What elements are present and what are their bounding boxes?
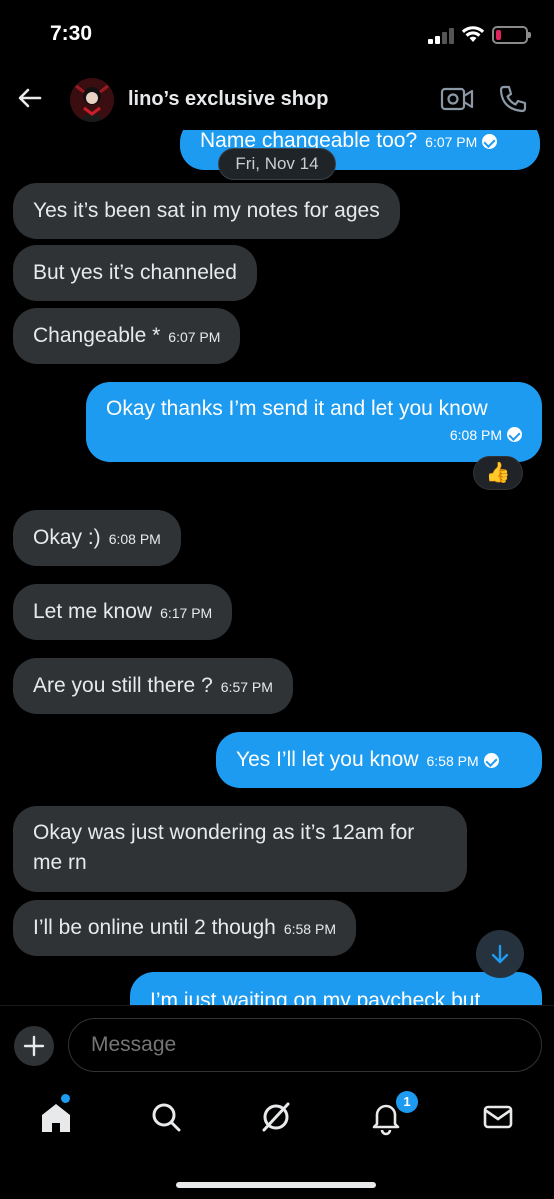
add-attachment-button[interactable] [14,1026,54,1066]
read-check-icon [483,753,499,768]
message-text: Okay thanks I’m send it and let you know [106,397,488,420]
message-text: Okay was just wondering as it’s 12am for… [33,821,415,874]
message-text: Changeable * [33,324,161,347]
back-arrow-icon[interactable] [16,84,44,112]
avatar[interactable] [70,78,114,122]
message-text: Let me know [33,600,153,623]
message-bubble-outgoing[interactable]: Okay thanks I’m send it and let you know… [86,382,542,462]
grok-icon[interactable] [256,1097,296,1137]
search-icon[interactable] [146,1097,186,1137]
message-bubble-incoming[interactable]: But yes it’s channeled [13,245,257,301]
message-time: 6:07 PM [168,329,221,345]
message-text: Are you still there ? [33,674,213,697]
scroll-to-bottom-button[interactable] [476,930,524,978]
message-bubble-incoming[interactable]: Yes it’s been sat in my notes for ages [13,183,400,239]
messages-mail-icon[interactable] [478,1097,518,1137]
notification-badge: 1 [396,1091,418,1113]
message-bubble-incoming[interactable]: Okay was just wondering as it’s 12am for… [13,806,467,892]
conversation-header: lino’s exclusive shop [0,70,554,130]
message-time: 6:17 PM [160,605,213,621]
status-time: 7:30 [50,22,93,45]
signal-icon [428,28,456,44]
message-text: I’m just waiting on my paycheck but [150,989,481,1005]
message-time: 6:08 PM [108,531,161,547]
message-bubble-outgoing[interactable]: Yes I’ll let you know 6:58 PM [216,732,542,788]
wifi-icon [461,26,485,42]
message-bubble-incoming[interactable]: I’ll be online until 2 though 6:58 PM [13,900,356,956]
bottom-tab-bar: 1 [0,1083,554,1199]
battery-icon [492,26,531,44]
message-time: 6:58 PM [426,753,479,769]
message-bubble-incoming[interactable]: Changeable * 6:07 PM [13,308,241,364]
unread-dot [61,1094,70,1103]
home-icon[interactable] [36,1097,76,1137]
message-time: 6:08 PM [449,427,502,443]
message-text: I’ll be online until 2 though [33,916,276,939]
message-bubble-incoming[interactable]: Let me know 6:17 PM [13,584,233,640]
message-bubble-incoming[interactable]: Are you still there ? 6:57 PM [13,658,293,714]
arrow-down-icon [491,944,509,964]
message-text: Okay :) [33,526,101,549]
message-input[interactable] [68,1018,542,1072]
read-check-icon [507,427,522,442]
message-time: 6:07 PM [425,134,478,150]
message-text: Yes it’s been sat in my notes for ages [33,199,380,222]
home-indicator [176,1182,376,1188]
date-divider: Fri, Nov 14 [218,148,336,180]
plus-icon [23,1035,45,1057]
phone-call-icon[interactable] [498,84,528,114]
conversation-title[interactable]: lino’s exclusive shop [128,88,328,111]
status-bar: 7:30 [0,0,554,70]
reaction-thumbs-up-icon[interactable]: 👍 [473,456,523,490]
message-text: But yes it’s channeled [33,261,237,284]
read-check-icon [482,134,498,149]
video-call-icon[interactable] [440,84,474,114]
message-text: Yes I’ll let you know [236,748,419,771]
message-list[interactable]: Name changeable too? 6:07 PM Fri, Nov 14 … [0,130,554,1005]
message-composer [0,1005,554,1083]
message-bubble-incoming[interactable]: Okay :) 6:08 PM [13,510,181,566]
message-time: 6:58 PM [283,921,336,937]
message-time: 6:57 PM [220,679,273,695]
